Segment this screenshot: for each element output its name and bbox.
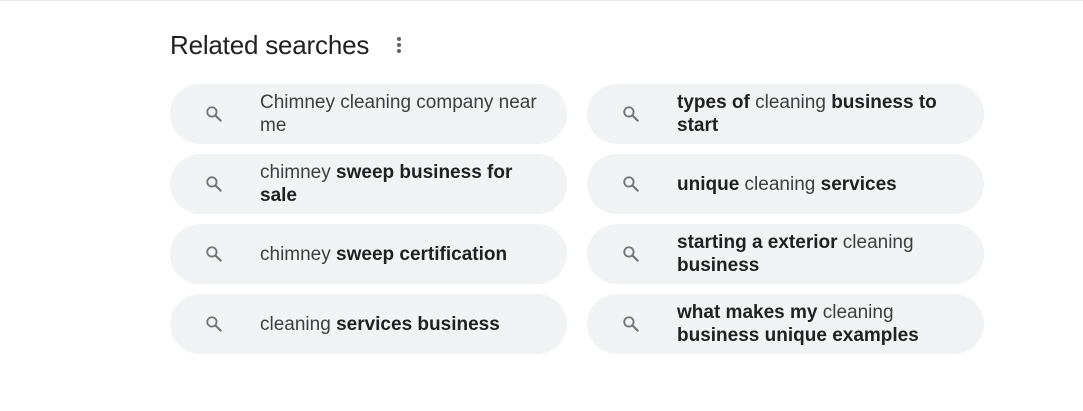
related-searches-grid: Chimney cleaning company near me types o… bbox=[170, 84, 984, 354]
search-icon bbox=[204, 174, 224, 194]
related-search-chip[interactable]: cleaning services business bbox=[170, 294, 567, 354]
related-search-chip[interactable]: chimney sweep certification bbox=[170, 224, 567, 284]
related-search-label: starting a exterior cleaning business bbox=[677, 232, 914, 276]
related-search-label: chimney sweep business for sale bbox=[260, 162, 513, 206]
related-searches-header: Related searches bbox=[170, 28, 407, 62]
search-icon bbox=[204, 104, 224, 124]
more-vert-icon[interactable] bbox=[391, 33, 407, 57]
search-icon bbox=[621, 314, 641, 334]
related-search-chip[interactable]: what makes my cleaning business unique e… bbox=[587, 294, 984, 354]
related-search-chip[interactable]: types of cleaning business to start bbox=[587, 84, 984, 144]
related-search-label: chimney sweep certification bbox=[260, 243, 508, 265]
related-search-label: types of cleaning business to start bbox=[677, 92, 937, 136]
top-divider bbox=[0, 0, 1083, 1]
related-search-label: cleaning services business bbox=[260, 313, 500, 335]
related-search-label: unique cleaning services bbox=[677, 173, 897, 195]
search-icon bbox=[204, 244, 224, 264]
related-search-label: what makes my cleaning business unique e… bbox=[677, 302, 919, 346]
section-title: Related searches bbox=[170, 29, 370, 60]
search-icon bbox=[204, 314, 224, 334]
related-search-chip[interactable]: chimney sweep business for sale bbox=[170, 154, 567, 214]
related-search-chip[interactable]: Chimney cleaning company near me bbox=[170, 84, 567, 144]
related-search-chip[interactable]: starting a exterior cleaning business bbox=[587, 224, 984, 284]
related-search-chip[interactable]: unique cleaning services bbox=[587, 154, 984, 214]
search-icon bbox=[621, 104, 641, 124]
search-icon bbox=[621, 174, 641, 194]
related-search-label: Chimney cleaning company near me bbox=[260, 92, 537, 136]
search-icon bbox=[621, 244, 641, 264]
